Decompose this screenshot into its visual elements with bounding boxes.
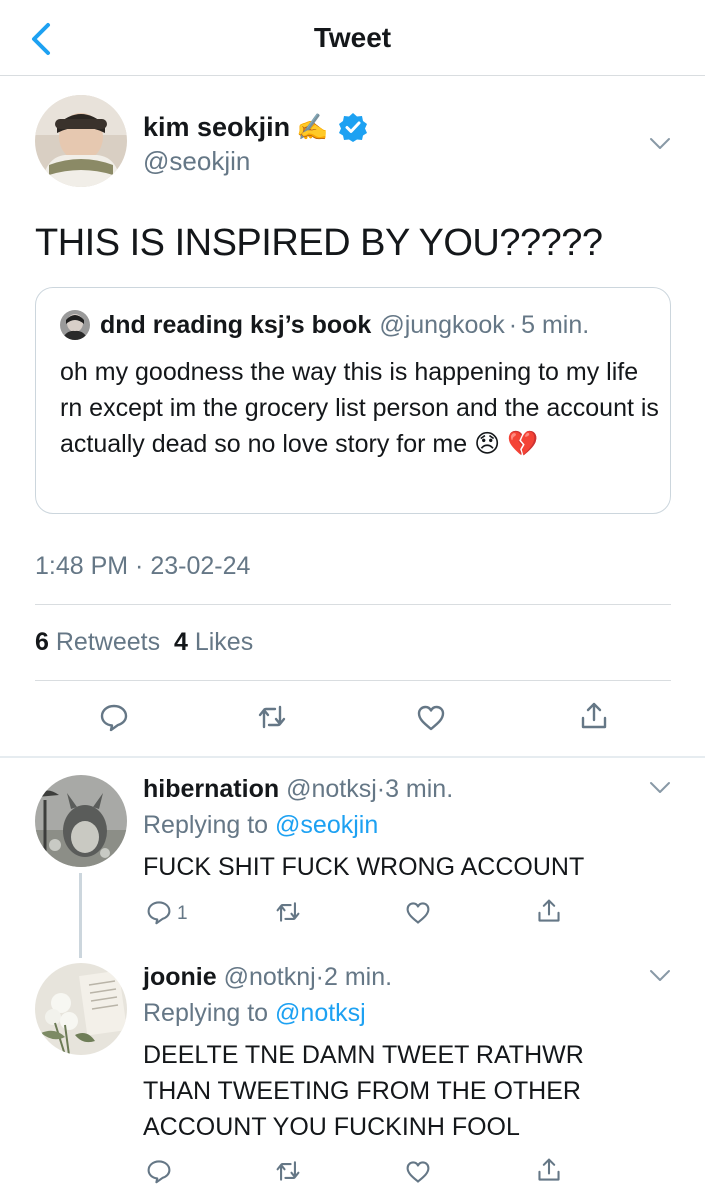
meta-separator: · — [508, 310, 518, 339]
reply-text: DEELTE TNE DAMN TWEET RATHWR THAN TWEETI… — [143, 1041, 584, 1141]
reply-avatar[interactable] — [35, 963, 127, 1055]
reply-icon[interactable] — [146, 899, 172, 925]
replying-to-link[interactable]: @seokjin — [275, 811, 378, 839]
share-icon[interactable] — [536, 898, 562, 924]
reply-avatar[interactable] — [35, 775, 127, 867]
like-icon[interactable] — [416, 703, 446, 733]
meta-separator: · — [376, 775, 386, 803]
replying-to: Replying to @notksj — [143, 999, 366, 1028]
author-handle: @seokjin — [143, 146, 251, 176]
quoted-tweet[interactable]: dnd reading ksj’s book @jungkook · 5 min… — [35, 287, 671, 514]
retweet-icon[interactable] — [275, 1158, 301, 1184]
quoted-tweet-text: oh my goodness the way this is happening… — [60, 358, 659, 458]
retweet-icon[interactable] — [257, 702, 287, 732]
writing-hand-emoji: ✍️ — [296, 111, 329, 142]
quoted-author-name: dnd reading ksj’s book — [100, 310, 372, 339]
author-name-row: kim seokjin ✍️ — [143, 110, 368, 144]
reply-timestamp: 2 min. — [323, 963, 393, 991]
section-divider — [0, 756, 705, 758]
retweet-count[interactable]: 6 — [35, 628, 49, 656]
replying-to-label: Replying to — [143, 811, 269, 839]
replying-to-link[interactable]: @notksj — [275, 999, 366, 1027]
reply-header: hibernation @notksj·3 min. — [143, 775, 453, 804]
engagement-stats: 6 Retweets 4 Likes — [35, 628, 253, 657]
like-icon[interactable] — [405, 900, 431, 926]
divider — [35, 680, 671, 681]
quoted-author-avatar — [60, 310, 90, 340]
share-icon[interactable] — [579, 701, 609, 731]
page-title: Tweet — [313, 22, 392, 53]
divider — [35, 604, 671, 605]
like-count[interactable]: 4 — [174, 628, 188, 656]
chevron-down-icon[interactable] — [649, 137, 671, 151]
reply-author-handle: @notknj — [223, 963, 316, 991]
replying-to: Replying to @seokjin — [143, 811, 378, 840]
reply-icon[interactable] — [146, 1158, 172, 1184]
share-icon[interactable] — [536, 1157, 562, 1183]
reply-author-name[interactable]: hibernation — [143, 775, 279, 803]
chevron-down-icon[interactable] — [649, 969, 671, 983]
tweet-timestamp: 1:48 PM · 23-02-24 — [35, 552, 251, 580]
replying-to-label: Replying to — [143, 999, 269, 1027]
reply-header: joonie @notknj·2 min. — [143, 963, 392, 992]
tweet-text: THIS IS INSPIRED BY YOU????? — [35, 222, 603, 264]
reply-timestamp: 3 min. — [385, 775, 454, 803]
author-name[interactable]: kim seokjin — [143, 112, 290, 143]
likes-label[interactable]: Likes — [195, 628, 253, 656]
chevron-down-icon[interactable] — [649, 781, 671, 795]
like-icon[interactable] — [405, 1159, 431, 1185]
reply-author-name[interactable]: joonie — [143, 963, 217, 991]
reply-author-handle: @notksj — [286, 775, 377, 803]
retweets-label[interactable]: Retweets — [56, 628, 160, 656]
quoted-timestamp: 5 min. — [521, 310, 590, 339]
verified-badge-icon — [339, 113, 368, 142]
quoted-author-handle: @jungkook — [379, 310, 505, 339]
thread-connector — [79, 873, 82, 958]
meta-separator: · — [315, 963, 324, 991]
retweet-icon[interactable] — [275, 899, 301, 925]
quoted-tweet-header: dnd reading ksj’s book @jungkook · 5 min… — [60, 310, 589, 340]
reply-text: FUCK SHIT FUCK WRONG ACCOUNT — [143, 853, 585, 881]
author-avatar[interactable] — [35, 95, 127, 187]
reply-count: 1 — [177, 903, 188, 924]
reply-icon[interactable] — [99, 702, 129, 732]
top-bar: Tweet — [0, 0, 705, 76]
